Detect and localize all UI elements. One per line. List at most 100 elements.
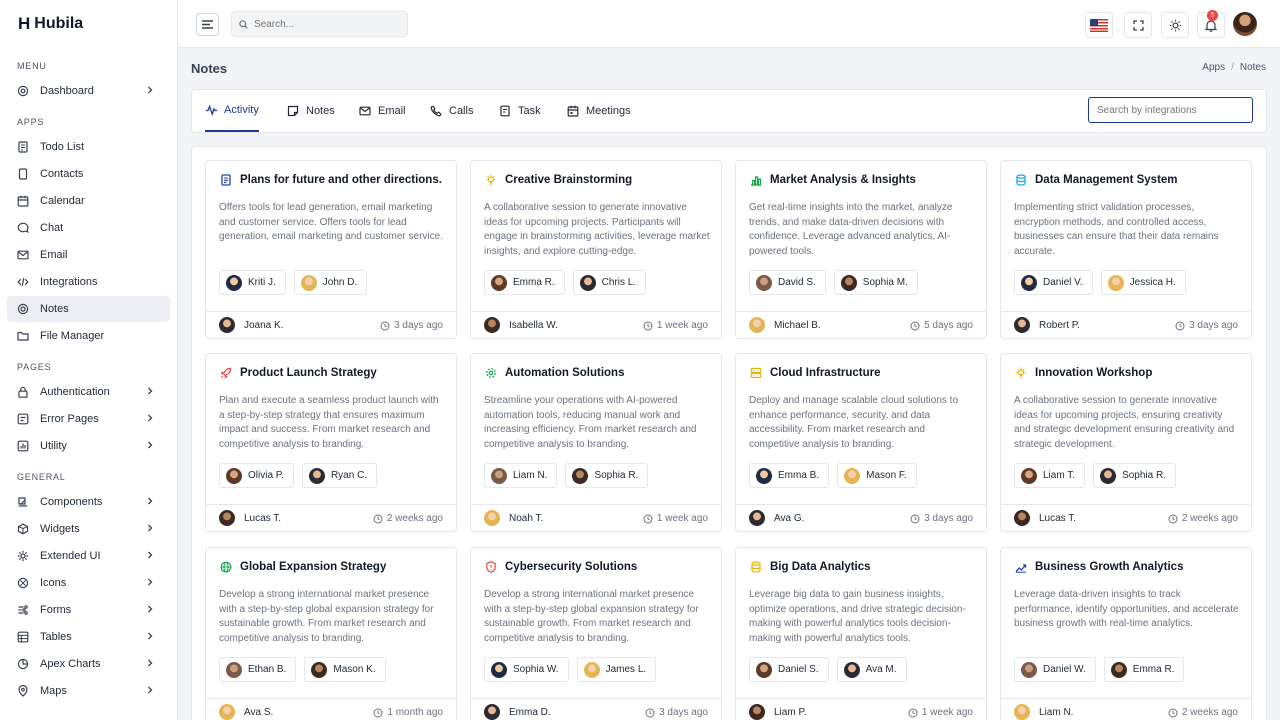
- assignee-chip[interactable]: Liam N.: [484, 463, 558, 488]
- assignee-chip[interactable]: Chris L.: [572, 270, 647, 295]
- user-avatar[interactable]: [1233, 12, 1257, 36]
- assignee-chip[interactable]: David S.: [749, 270, 826, 295]
- note-author[interactable]: Lucas T.: [1014, 510, 1076, 526]
- brand[interactable]: H Hubila: [0, 0, 177, 48]
- sidebar-item-icons[interactable]: Icons: [7, 570, 170, 596]
- note-card[interactable]: Data Management System Implementing stri…: [1000, 160, 1252, 339]
- note-author[interactable]: Michael B.: [749, 317, 821, 333]
- assignee-chip[interactable]: Daniel V.: [1014, 270, 1093, 295]
- sidebar-item-label: Integrations: [40, 276, 98, 288]
- language-button[interactable]: [1085, 12, 1113, 38]
- assignee-chip[interactable]: John D.: [293, 270, 368, 295]
- note-card[interactable]: Market Analysis & Insights Get real-time…: [735, 160, 987, 339]
- assignee-chip[interactable]: Ava M.: [836, 657, 907, 682]
- sidebar-item-chat[interactable]: Chat: [7, 215, 170, 241]
- assignee-chip[interactable]: Emma R.: [1103, 657, 1185, 682]
- note-title[interactable]: Global Expansion Strategy: [240, 561, 386, 573]
- note-title[interactable]: Creative Brainstorming: [505, 174, 632, 186]
- note-title[interactable]: Plans for future and other directions.: [240, 174, 442, 186]
- assignee-chip[interactable]: Kriti J.: [219, 270, 286, 295]
- assignee-chip[interactable]: Ryan C.: [301, 463, 378, 488]
- assignee-chip[interactable]: James L.: [576, 657, 657, 682]
- assignee-chip[interactable]: Daniel S.: [749, 657, 829, 682]
- theme-toggle-button[interactable]: [1161, 12, 1189, 38]
- note-author[interactable]: Liam P.: [749, 704, 807, 720]
- sidebar-item-maps[interactable]: Maps: [7, 678, 170, 704]
- avatar: [572, 467, 589, 484]
- sidebar-item-forms[interactable]: Forms: [7, 597, 170, 623]
- sidebar-item-extended-ui[interactable]: Extended UI: [7, 543, 170, 569]
- tab-task[interactable]: Task: [499, 90, 541, 132]
- assignee-chip[interactable]: Sophia R.: [565, 463, 649, 488]
- assignee-chip[interactable]: Emma B.: [749, 463, 830, 488]
- assignee-chip[interactable]: Olivia P.: [219, 463, 294, 488]
- assignee-chip[interactable]: Mason K.: [304, 657, 386, 682]
- sidebar-item-apex-charts[interactable]: Apex Charts: [7, 651, 170, 677]
- sidebar-item-tables[interactable]: Tables: [7, 624, 170, 650]
- note-card[interactable]: Creative Brainstorming A collaborative s…: [470, 160, 722, 339]
- note-title[interactable]: Product Launch Strategy: [240, 367, 377, 379]
- note-author[interactable]: Ava S.: [219, 704, 273, 720]
- note-title[interactable]: Innovation Workshop: [1035, 367, 1152, 379]
- sidebar-item-email[interactable]: Email: [7, 242, 170, 268]
- assignee-chip[interactable]: Sophia R.: [1093, 463, 1176, 488]
- sidebar-item-file-manager[interactable]: File Manager: [7, 323, 170, 349]
- note-card[interactable]: Product Launch Strategy Plan and execute…: [205, 353, 457, 532]
- sidebar-item-components[interactable]: Components: [7, 489, 170, 515]
- note-author[interactable]: Joana K.: [219, 317, 283, 333]
- sidebar-item-contacts[interactable]: Contacts: [7, 161, 170, 187]
- note-card[interactable]: Big Data Analytics Leverage big data to …: [735, 547, 987, 720]
- notifications-button[interactable]: 5: [1197, 10, 1225, 38]
- integrations-search-input[interactable]: [1088, 97, 1253, 123]
- note-author[interactable]: Robert P.: [1014, 317, 1080, 333]
- note-title[interactable]: Automation Solutions: [505, 367, 624, 379]
- note-card[interactable]: Automation Solutions Streamline your ope…: [470, 353, 722, 532]
- note-card[interactable]: Cybersecurity Solutions Develop a strong…: [470, 547, 722, 720]
- assignee-chip[interactable]: Sophia M.: [833, 270, 918, 295]
- sidebar-item-widgets[interactable]: Widgets: [7, 516, 170, 542]
- note-author[interactable]: Ava G.: [749, 510, 804, 526]
- note-title[interactable]: Cybersecurity Solutions: [505, 561, 637, 573]
- search-box[interactable]: [231, 11, 408, 37]
- assignee-chip[interactable]: Liam T.: [1014, 463, 1086, 488]
- breadcrumb-apps-link[interactable]: Apps: [1202, 62, 1225, 73]
- sidebar-item-calendar[interactable]: Calendar: [7, 188, 170, 214]
- sidebar-item-todo-list[interactable]: Todo List: [7, 134, 170, 160]
- sidebar-item-authentication[interactable]: Authentication: [7, 379, 170, 405]
- note-author[interactable]: Emma D.: [484, 704, 551, 720]
- note-card[interactable]: Innovation Workshop A collaborative sess…: [1000, 353, 1252, 532]
- note-author[interactable]: Liam N.: [1014, 704, 1073, 720]
- note-card[interactable]: Business Growth Analytics Leverage data-…: [1000, 547, 1252, 720]
- sidebar-item-error-pages[interactable]: Error Pages: [7, 406, 170, 432]
- lock-icon: [17, 386, 29, 398]
- sidebar-item-integrations[interactable]: Integrations: [7, 269, 170, 295]
- tab-meetings[interactable]: Meetings: [567, 90, 631, 132]
- sidebar-item-notes[interactable]: Notes: [7, 296, 170, 322]
- sidebar-item-utility[interactable]: Utility: [7, 433, 170, 459]
- assignee-chip[interactable]: Sophia W.: [484, 657, 569, 682]
- tab-email[interactable]: Email: [359, 90, 406, 132]
- menu-toggle-button[interactable]: [196, 13, 219, 36]
- note-author[interactable]: Noah T.: [484, 510, 543, 526]
- assignee-chip[interactable]: Daniel W.: [1014, 657, 1096, 682]
- note-card[interactable]: Plans for future and other directions. O…: [205, 160, 457, 339]
- fullscreen-button[interactable]: [1124, 12, 1152, 38]
- assignee-chip[interactable]: Mason F.: [837, 463, 917, 488]
- tab-activity[interactable]: Activity: [205, 90, 259, 132]
- assignee-chip[interactable]: Emma R.: [484, 270, 565, 295]
- note-title[interactable]: Big Data Analytics: [770, 561, 871, 573]
- tab-calls[interactable]: Calls: [430, 90, 473, 132]
- note-title[interactable]: Market Analysis & Insights: [770, 174, 916, 186]
- note-card[interactable]: Global Expansion Strategy Develop a stro…: [205, 547, 457, 720]
- note-title[interactable]: Cloud Infrastructure: [770, 367, 881, 379]
- note-title[interactable]: Business Growth Analytics: [1035, 561, 1183, 573]
- assignee-chip[interactable]: Jessica H.: [1100, 270, 1186, 295]
- sidebar-item-dashboard[interactable]: Dashboard: [7, 78, 170, 104]
- note-author[interactable]: Isabella W.: [484, 317, 558, 333]
- note-author[interactable]: Lucas T.: [219, 510, 281, 526]
- search-input[interactable]: [254, 18, 394, 30]
- note-card[interactable]: Cloud Infrastructure Deploy and manage s…: [735, 353, 987, 532]
- note-title[interactable]: Data Management System: [1035, 174, 1178, 186]
- assignee-chip[interactable]: Ethan B.: [219, 657, 297, 682]
- tab-notes[interactable]: Notes: [287, 90, 335, 132]
